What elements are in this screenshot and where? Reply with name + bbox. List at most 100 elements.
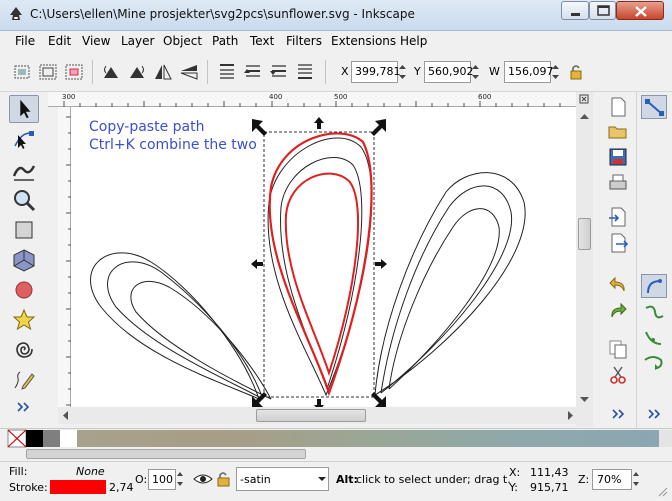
save-icon[interactable] [607,146,629,168]
selector-tool-icon[interactable] [9,95,39,123]
red-path-inner [284,172,360,377]
y-input[interactable]: 560,902 [424,61,474,83]
menu-view[interactable]: View [82,34,110,48]
palette-scroll-thumb[interactable] [26,449,306,459]
palette-scrollbar[interactable] [0,448,672,460]
new-document-icon[interactable] [607,96,629,118]
menu-text[interactable]: Text [250,34,274,48]
w-spinner-icon[interactable] [551,61,560,83]
select-all-layers-icon[interactable] [37,61,59,83]
scroll-down-icon[interactable] [576,392,593,407]
cursor-x-label: X: [509,466,521,479]
snap-toggle-icon[interactable] [641,95,667,119]
flip-horizontal-icon[interactable] [152,61,174,83]
snap-path-icon[interactable] [641,350,667,374]
raise-icon[interactable] [242,61,264,83]
zoom-label: Z: [578,473,590,486]
fill-value[interactable]: None [76,465,105,478]
scroll-up-icon[interactable] [576,109,593,124]
zoom-correction-button[interactable] [576,92,593,107]
zoom-tool-icon[interactable] [9,186,39,214]
menu-help[interactable]: Help [400,34,427,48]
drawing-canvas[interactable]: Copy-paste path Ctrl+K combine the two [71,107,576,407]
more-commands-icon[interactable] [607,406,629,422]
horizontal-scroll-thumb[interactable] [256,409,366,422]
snap-midpoint-icon[interactable] [641,326,667,350]
status-bar: Fill: None Stroke: 2,74 O: 100 -satin Al… [0,461,672,501]
layer-lock-icon[interactable] [216,470,232,488]
horizontal-ruler[interactable]: 300 400 500 600 [48,92,593,107]
menu-edit[interactable]: Edit [48,34,71,48]
center-petal [267,132,373,397]
tweak-tool-icon[interactable] [9,156,39,184]
vertical-ruler[interactable] [58,107,71,409]
rotate-cw-icon[interactable] [126,61,148,83]
flip-vertical-icon[interactable] [178,61,200,83]
cut-icon[interactable] [607,364,629,386]
resize-grip-icon[interactable] [655,484,669,498]
palette-swatches[interactable] [0,429,672,448]
3d-box-tool-icon[interactable] [9,246,39,274]
w-input[interactable]: 156,097 [504,61,554,83]
menu-file[interactable]: File [15,34,35,48]
print-icon[interactable] [607,172,629,194]
close-button[interactable] [616,1,664,20]
y-spinner-icon[interactable] [471,61,480,83]
raise-to-top-icon[interactable] [216,61,238,83]
menu-path[interactable]: Path [212,34,238,48]
close-icon [635,6,647,17]
copy-icon[interactable] [607,338,629,360]
menu-filters[interactable]: Filters [286,34,322,48]
scroll-left-icon[interactable] [58,407,73,424]
star-tool-icon[interactable] [9,306,39,334]
opacity-input[interactable]: 100 [148,469,176,490]
x-input[interactable]: 399,781 [351,61,401,83]
eye-icon[interactable] [193,471,213,487]
snap-cusp-icon[interactable] [641,274,667,298]
stroke-color-swatch[interactable] [50,480,106,494]
maximize-button[interactable] [589,1,616,20]
vertical-scrollbar[interactable] [576,92,593,427]
toolbox [0,92,48,428]
deselect-icon[interactable] [63,61,85,83]
select-all-icon[interactable] [11,61,33,83]
export-icon[interactable] [607,232,629,254]
minimize-button[interactable] [561,1,589,20]
layer-select[interactable]: -satin [236,467,329,491]
lower-icon[interactable] [268,61,290,83]
x-spinner-icon[interactable] [398,61,407,83]
undo-icon[interactable] [607,274,629,296]
more-snap-icon[interactable] [641,406,667,422]
vertical-ruler-ticks [66,116,71,406]
ruler-label: 500 [334,93,348,101]
lower-to-bottom-icon[interactable] [294,61,316,83]
minimize-icon [571,13,580,16]
rotate-ccw-icon[interactable] [100,61,122,83]
scroll-right-icon[interactable] [563,407,578,424]
menu-layer[interactable]: Layer [121,34,154,48]
redo-icon[interactable] [607,300,629,322]
menu-extensions[interactable]: Extensions [331,34,396,48]
spiral-tool-icon[interactable] [9,336,39,364]
ruler-label: 300 [62,93,76,101]
vertical-scroll-thumb[interactable] [578,218,591,250]
toolbar-separator [207,60,208,84]
stroke-width[interactable]: 2,74 [109,481,134,494]
snap-smooth-icon[interactable] [641,300,667,324]
import-icon[interactable] [607,206,629,228]
status-message-key: Alt: [336,473,358,486]
menu-object[interactable]: Object [163,34,202,48]
open-icon[interactable] [607,120,629,142]
opacity-label: O: [135,473,148,486]
zoom-input[interactable]: 70% [592,469,632,490]
lock-icon[interactable] [565,61,587,83]
horizontal-scrollbar[interactable] [58,407,593,424]
rectangle-tool-icon[interactable] [9,216,39,244]
more-tools-icon[interactable] [9,398,39,416]
node-tool-icon[interactable] [9,126,39,154]
opacity-spinner-icon[interactable] [176,469,184,490]
ellipse-tool-icon[interactable] [9,276,39,304]
pencil-tool-icon[interactable] [9,366,39,394]
zoom-spinner-icon[interactable] [632,469,640,490]
stroke-label: Stroke: [9,481,48,494]
